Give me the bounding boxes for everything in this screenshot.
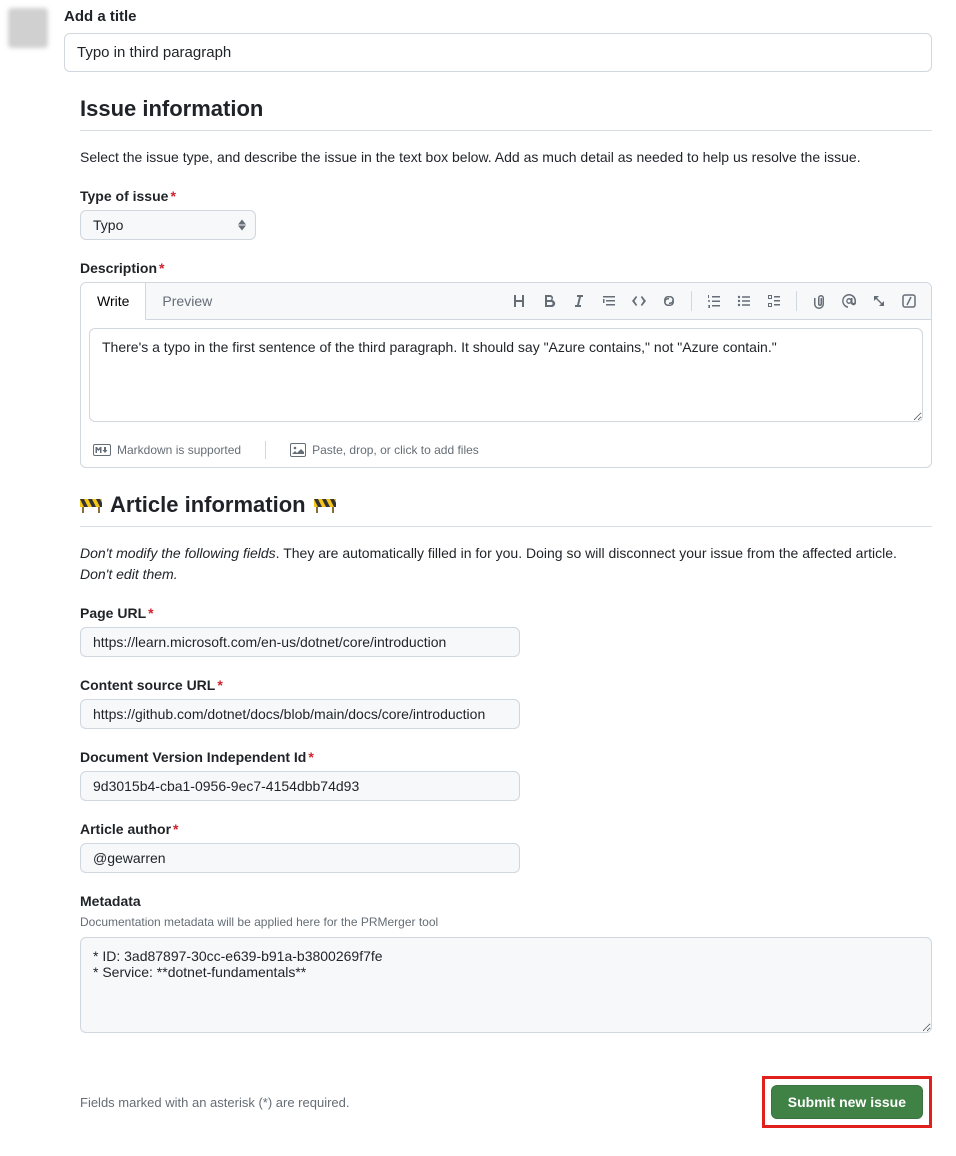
tasklist-icon[interactable] bbox=[760, 287, 788, 315]
italic-icon[interactable] bbox=[565, 287, 593, 315]
submit-button[interactable]: Submit new issue bbox=[771, 1085, 923, 1119]
unordered-list-icon[interactable] bbox=[730, 287, 758, 315]
avatar bbox=[8, 8, 48, 48]
article-info-heading: Article information bbox=[80, 492, 932, 518]
type-label: Type of issue* bbox=[80, 188, 932, 204]
link-icon[interactable] bbox=[655, 287, 683, 315]
tab-preview[interactable]: Preview bbox=[146, 283, 228, 319]
markdown-icon bbox=[93, 444, 111, 456]
attach-icon[interactable] bbox=[805, 287, 833, 315]
mention-icon[interactable] bbox=[835, 287, 863, 315]
construction-icon bbox=[80, 495, 102, 515]
divider bbox=[80, 526, 932, 527]
submit-highlight: Submit new issue bbox=[762, 1076, 932, 1128]
page-url-input[interactable] bbox=[80, 627, 520, 657]
toolbar-separator bbox=[691, 291, 692, 311]
toolbar-separator bbox=[796, 291, 797, 311]
type-select[interactable]: Typo bbox=[80, 210, 256, 240]
cross-reference-icon[interactable] bbox=[865, 287, 893, 315]
footer-separator bbox=[265, 441, 266, 459]
image-icon bbox=[290, 443, 306, 457]
title-input[interactable] bbox=[64, 33, 932, 72]
heading-icon[interactable] bbox=[505, 287, 533, 315]
author-input[interactable] bbox=[80, 843, 520, 873]
description-textarea[interactable] bbox=[89, 328, 923, 422]
editor: Write Preview bbox=[80, 282, 932, 468]
metadata-textarea[interactable] bbox=[80, 937, 932, 1033]
markdown-note[interactable]: Markdown is supported bbox=[93, 443, 241, 457]
doc-version-input[interactable] bbox=[80, 771, 520, 801]
editor-toolbar bbox=[497, 287, 931, 315]
slash-command-icon[interactable] bbox=[895, 287, 923, 315]
attach-files-note[interactable]: Paste, drop, or click to add files bbox=[290, 443, 479, 457]
description-label: Description* bbox=[80, 260, 932, 276]
metadata-label: Metadata bbox=[80, 893, 932, 909]
article-info-description: Don't modify the following fields. They … bbox=[80, 543, 932, 585]
quote-icon[interactable] bbox=[595, 287, 623, 315]
bold-icon[interactable] bbox=[535, 287, 563, 315]
divider bbox=[80, 130, 932, 131]
code-icon[interactable] bbox=[625, 287, 653, 315]
title-label: Add a title bbox=[64, 8, 932, 25]
construction-icon bbox=[314, 495, 336, 515]
doc-version-label: Document Version Independent Id* bbox=[80, 749, 932, 765]
issue-info-heading: Issue information bbox=[80, 96, 932, 122]
required-note: Fields marked with an asterisk (*) are r… bbox=[80, 1095, 350, 1110]
tab-write[interactable]: Write bbox=[81, 283, 146, 320]
metadata-help: Documentation metadata will be applied h… bbox=[80, 915, 932, 929]
content-source-input[interactable] bbox=[80, 699, 520, 729]
ordered-list-icon[interactable] bbox=[700, 287, 728, 315]
page-url-label: Page URL* bbox=[80, 605, 932, 621]
issue-info-description: Select the issue type, and describe the … bbox=[80, 147, 932, 168]
content-source-label: Content source URL* bbox=[80, 677, 932, 693]
author-label: Article author* bbox=[80, 821, 932, 837]
